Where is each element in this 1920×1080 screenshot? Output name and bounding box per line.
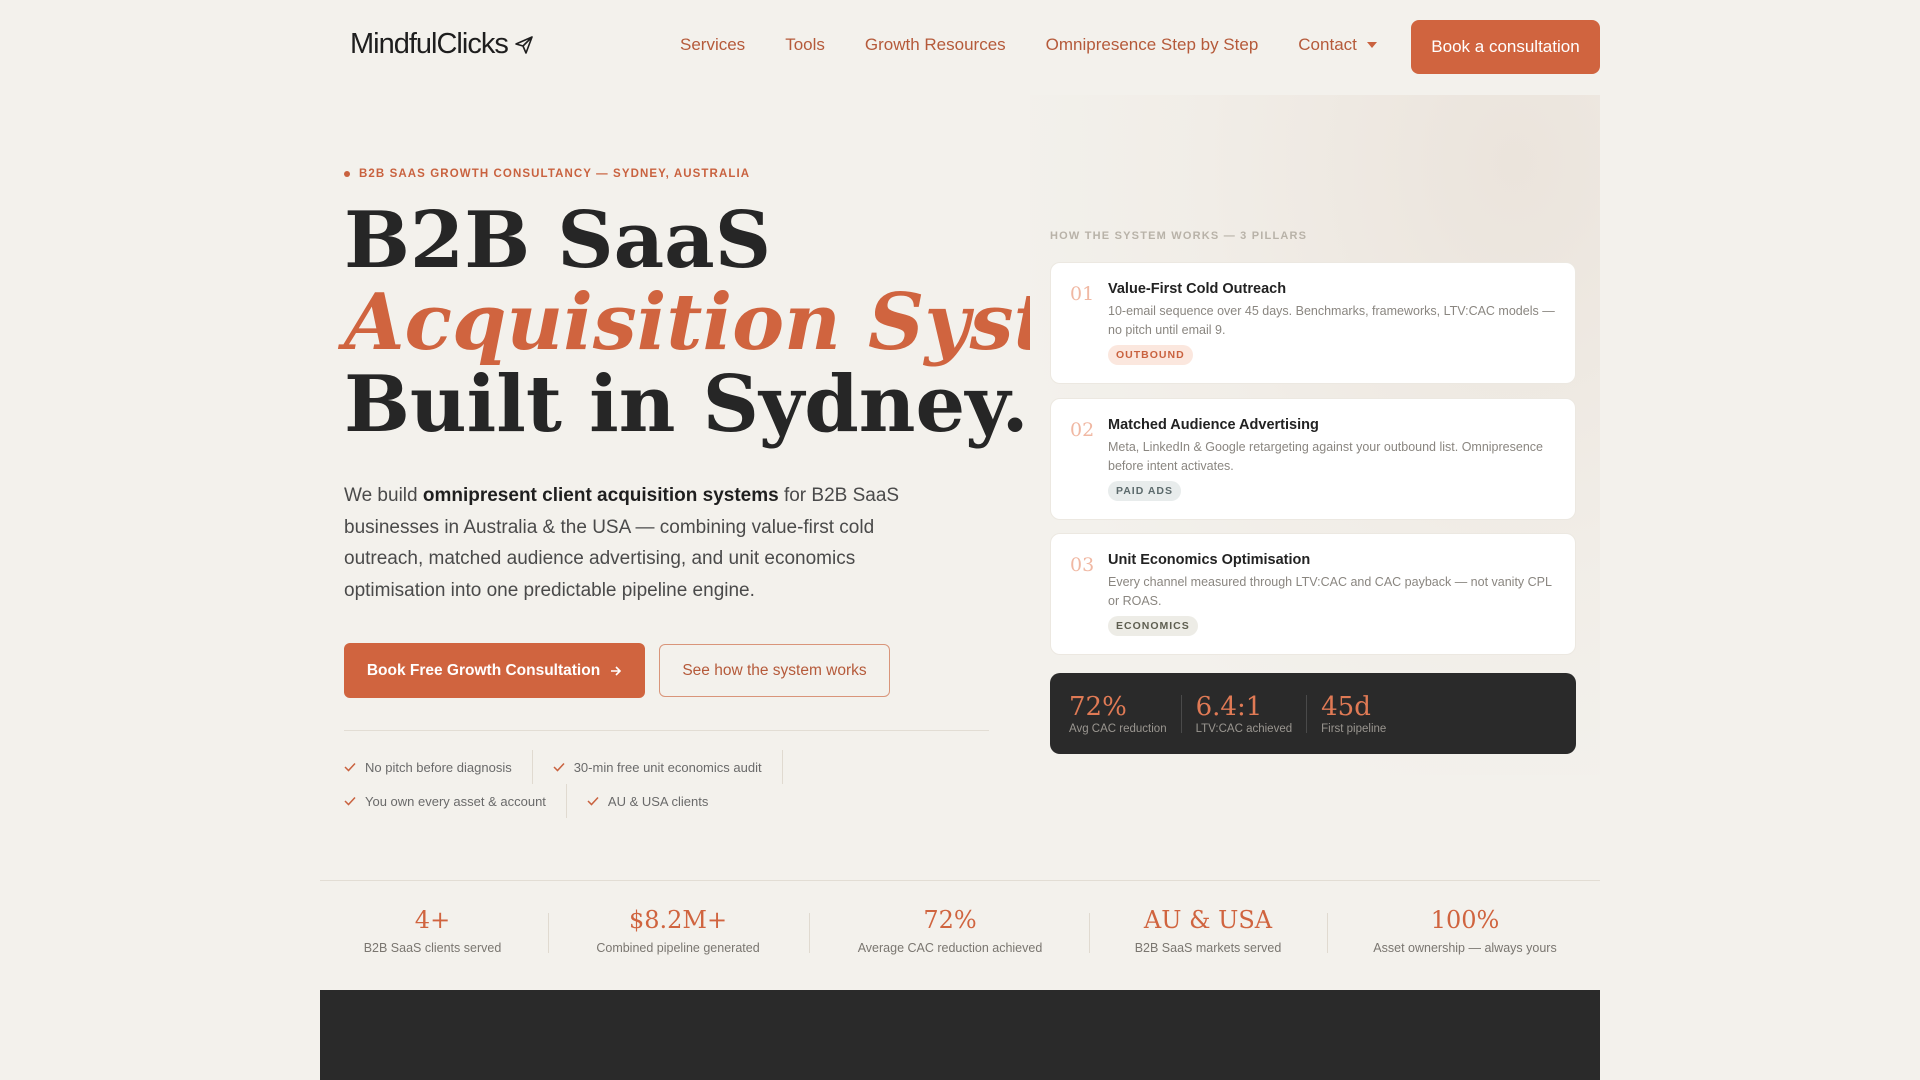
- pillar-description: Every channel measured through LTV:CAC a…: [1108, 575, 1552, 608]
- stat-value: 72%: [923, 906, 977, 934]
- hero-divider: [344, 730, 989, 731]
- check-item: You own every asset & account: [344, 784, 567, 818]
- pillar-title: Unit Economics Optimisation: [1108, 552, 1311, 568]
- stats-divider: [320, 880, 1600, 881]
- checkmark-icon: [344, 762, 356, 772]
- result-stat: 6.4:1 LTV:CAC achieved: [1195, 691, 1308, 735]
- nav-link-contact[interactable]: Contact: [1298, 35, 1377, 55]
- pillar-title: Matched Audience Advertising: [1108, 417, 1319, 433]
- logo[interactable]: MindfulClicks: [350, 28, 534, 61]
- check-item: No pitch before diagnosis: [344, 750, 533, 784]
- check-item-label: 30-min free unit economics audit: [573, 759, 762, 775]
- stat-markets: AU & USA B2B SaaS markets served: [1118, 905, 1298, 955]
- results-strip: 72% Avg CAC reduction 6.4:1 LTV:CAC achi…: [1050, 673, 1576, 754]
- pillar-number: 03: [1070, 554, 1095, 576]
- stat-separator: [809, 913, 810, 953]
- paper-plane-icon: [515, 35, 533, 54]
- checkmark-icon: [553, 762, 565, 772]
- arrow-right-icon: [611, 665, 622, 676]
- pillar-card-economics: 03 Unit Economics Optimisation Every cha…: [1050, 533, 1576, 655]
- result-value: 6.4:1: [1195, 691, 1263, 722]
- logo-text: MindfulClicks: [350, 28, 509, 60]
- nav-link-tools[interactable]: Tools: [785, 35, 825, 55]
- lede-part-1: We build: [344, 485, 423, 506]
- pillar-description: Meta, LinkedIn & Google retargeting agai…: [1108, 440, 1543, 473]
- result-value: 72%: [1069, 691, 1127, 722]
- stat-value: 4+: [414, 906, 451, 934]
- trust-checklist: No pitch before diagnosis 30-min free un…: [344, 750, 803, 818]
- top-nav: MindfulClicks Services Tools Growth Reso…: [320, 20, 1600, 74]
- chevron-down-icon: [1366, 42, 1377, 48]
- check-item: AU & USA clients: [587, 784, 728, 818]
- pillar-tag: PAID ADS: [1108, 481, 1182, 501]
- stat-cac: 72% Average CAC reduction achieved: [840, 905, 1060, 955]
- pillars-label: HOW THE SYSTEM WORKS — 3 PILLARS: [1050, 230, 1308, 242]
- result-value: 45d: [1321, 691, 1371, 722]
- result-label: Avg CAC reduction: [1069, 722, 1167, 735]
- result-stat: 72% Avg CAC reduction: [1069, 691, 1182, 735]
- pillar-tag: ECONOMICS: [1108, 616, 1198, 636]
- checkmark-icon: [344, 796, 356, 806]
- lede-bold: omnipresent client acquisition systems: [422, 485, 779, 506]
- pillar-tag: OUTBOUND: [1108, 345, 1193, 365]
- stat-label: B2B SaaS markets served: [1134, 941, 1282, 955]
- hero-description: We build omnipresent client acquisition …: [344, 480, 904, 606]
- nav-link-contact-label: Contact: [1298, 35, 1357, 54]
- check-item-label: You own every asset & account: [365, 793, 546, 809]
- nav-link-services[interactable]: Services: [680, 35, 745, 55]
- pillar-description: 10-email sequence over 45 days. Benchmar…: [1108, 304, 1555, 337]
- stat-ownership: 100% Asset ownership — always yours: [1360, 905, 1570, 955]
- stat-pipeline: $8.2M+ Combined pipeline generated: [578, 905, 778, 955]
- stat-label: Combined pipeline generated: [596, 941, 760, 955]
- stat-value: $8.2M+: [628, 906, 728, 934]
- checklist-row: You own every asset & account AU & USA c…: [344, 784, 803, 818]
- stat-separator: [1089, 913, 1090, 953]
- result-stat: 45d First pipeline: [1321, 691, 1400, 735]
- hero-eyebrow: B2B SAAS GROWTH CONSULTANCY — SYDNEY, AU…: [344, 168, 750, 180]
- nav-link-growth-resources[interactable]: Growth Resources: [865, 35, 1006, 55]
- book-consultation-button[interactable]: Book a consultation: [1411, 20, 1600, 74]
- pillar-number: 01: [1070, 283, 1095, 305]
- result-label: LTV:CAC achieved: [1195, 722, 1293, 735]
- stat-value: 100%: [1430, 906, 1500, 934]
- check-item-label: No pitch before diagnosis: [365, 759, 512, 775]
- nav-links: Services Tools Growth Resources Omnipres…: [680, 35, 1417, 55]
- check-item: 30-min free unit economics audit: [553, 750, 783, 784]
- stat-separator: [1327, 913, 1328, 953]
- see-system-button[interactable]: See how the system works: [659, 644, 890, 697]
- eyebrow-text: B2B SAAS GROWTH CONSULTANCY — SYDNEY, AU…: [359, 168, 751, 180]
- result-label: First pipeline: [1321, 722, 1387, 735]
- pillar-title: Value-First Cold Outreach: [1108, 281, 1287, 297]
- stat-label: B2B SaaS clients served: [363, 941, 502, 955]
- stat-label: Asset ownership — always yours: [1373, 941, 1557, 955]
- stat-label: Average CAC reduction achieved: [857, 941, 1043, 955]
- stat-value: AU & USA: [1143, 906, 1273, 934]
- nav-link-omnipresence[interactable]: Omnipresence Step by Step: [1046, 35, 1259, 55]
- checkmark-icon: [587, 796, 599, 806]
- pillar-card-advertising: 02 Matched Audience Advertising Meta, Li…: [1050, 398, 1576, 520]
- pillar-card-outreach: 01 Value-First Cold Outreach 10-email se…: [1050, 262, 1576, 384]
- stat-separator: [548, 913, 549, 953]
- pillar-number: 02: [1070, 419, 1095, 441]
- next-section-band: [320, 990, 1600, 1080]
- checklist-row: No pitch before diagnosis 30-min free un…: [344, 750, 803, 784]
- check-item-label: AU & USA clients: [607, 793, 709, 809]
- eyebrow-dot: [344, 171, 350, 177]
- book-free-consultation-button[interactable]: Book Free Growth Consultation: [344, 643, 645, 698]
- book-free-consultation-label: Book Free Growth Consultation: [366, 661, 601, 679]
- stat-clients: 4+ B2B SaaS clients served: [345, 905, 520, 955]
